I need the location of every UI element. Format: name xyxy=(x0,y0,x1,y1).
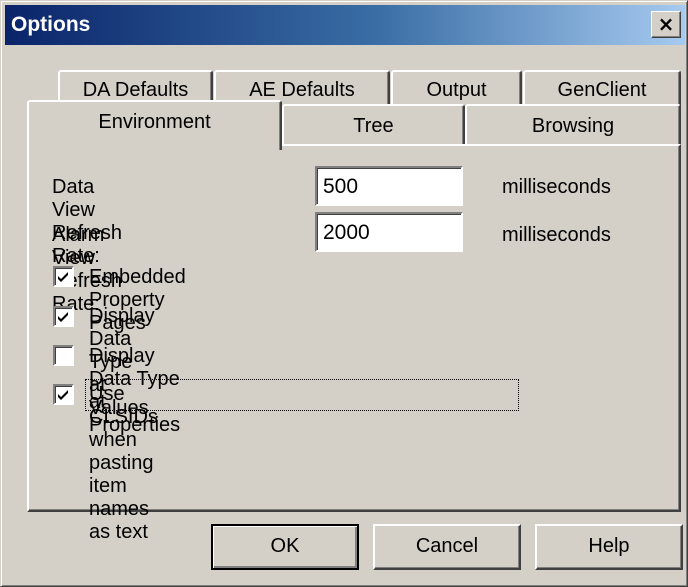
alarm-view-rate-input[interactable]: 2000 xyxy=(315,212,463,252)
tab-label: Environment xyxy=(98,111,211,133)
checkmark-icon xyxy=(58,390,68,400)
embedded-property-pages-checkbox[interactable] xyxy=(53,266,74,287)
use-clsids-checkbox[interactable] xyxy=(53,384,74,405)
tab-environment[interactable]: Environment xyxy=(27,100,282,150)
tab-label: Browsing xyxy=(531,115,615,137)
data-view-rate-unit: milliseconds xyxy=(502,176,611,198)
tab-label: AE Defaults xyxy=(249,79,355,101)
checkmark-icon xyxy=(58,312,68,322)
tab-label: Tree xyxy=(353,115,394,137)
tab-label: Output xyxy=(426,79,487,101)
tab-label: DA Defaults xyxy=(82,79,189,101)
window-title: Options xyxy=(11,13,91,36)
tab-label: GenClient xyxy=(557,79,647,101)
ok-button[interactable]: OK xyxy=(211,524,359,570)
close-icon: × xyxy=(657,12,675,36)
title-bar[interactable]: Options × xyxy=(5,5,685,45)
tab-genclient[interactable]: GenClient xyxy=(523,70,681,108)
use-clsids-label[interactable]: Use CLSIDs when pasting item names as te… xyxy=(89,383,158,544)
tab-output[interactable]: Output xyxy=(391,70,522,108)
help-button[interactable]: Help xyxy=(535,524,683,570)
data-view-rate-input[interactable]: 500 xyxy=(315,166,463,206)
alarm-view-rate-unit: milliseconds xyxy=(502,224,611,246)
cancel-button[interactable]: Cancel xyxy=(373,524,521,570)
display-type-values-checkbox[interactable] xyxy=(53,306,74,327)
checkmark-icon xyxy=(58,272,68,282)
display-type-properties-checkbox[interactable] xyxy=(53,345,74,366)
tab-browsing[interactable]: Browsing xyxy=(465,104,681,146)
close-button[interactable]: × xyxy=(651,11,681,38)
tab-tree[interactable]: Tree xyxy=(282,104,465,146)
